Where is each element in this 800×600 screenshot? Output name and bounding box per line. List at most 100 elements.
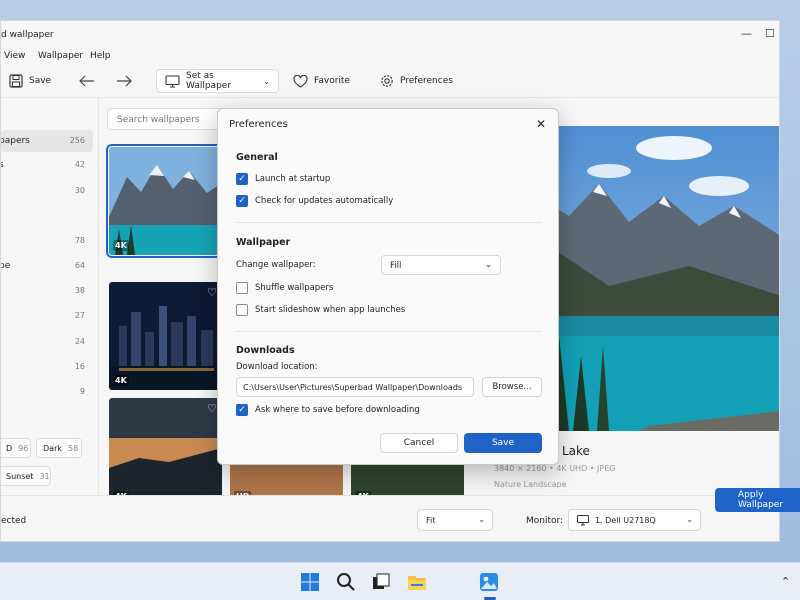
menu-view[interactable]: View	[4, 51, 25, 61]
back-button[interactable]	[71, 69, 103, 93]
preferences-button[interactable]: Preferences	[372, 69, 461, 93]
section-general: General	[236, 152, 278, 163]
windows-start-icon[interactable]	[300, 572, 320, 592]
preview-meta: 3840 × 2160 • 4K UHD • JPEG	[494, 464, 616, 473]
save-icon	[9, 74, 23, 88]
launch-at-startup-label: Launch at startup	[255, 174, 331, 184]
close-icon[interactable]: ✕	[536, 117, 546, 131]
tag-chip-label: Dark	[43, 443, 62, 453]
menu-bar: View Wallpaper Help	[1, 49, 779, 65]
heart-icon[interactable]: ♡	[207, 286, 217, 299]
change-wallpaper-select[interactable]: Fill ⌄	[381, 255, 501, 275]
thumb-image	[109, 147, 222, 255]
sidebar-item-count: 30	[74, 186, 85, 195]
minimize-icon[interactable]: —	[741, 27, 752, 40]
ask-save-checkbox[interactable]: ✓ Ask where to save before downloading	[236, 404, 420, 416]
section-wallpaper: Wallpaper	[236, 237, 291, 248]
file-explorer-icon[interactable]	[407, 572, 427, 592]
sidebar-item[interactable]: pe 64	[1, 255, 93, 277]
check-updates-label: Check for updates automatically	[255, 196, 394, 206]
thumb-image	[109, 398, 222, 506]
dialog-title: Preferences	[229, 119, 288, 130]
sidebar-item-label: papers	[0, 136, 30, 146]
check-updates-checkbox[interactable]: ✓ Check for updates automatically	[236, 195, 393, 207]
set-as-wallpaper-label: Set as Wallpaper	[186, 71, 232, 91]
wallpaper-thumb[interactable]: ♡ 4K	[109, 282, 222, 390]
cancel-button[interactable]: Cancel	[380, 433, 458, 453]
sidebar-item-count: 38	[74, 286, 85, 295]
sidebar-item[interactable]: 30	[1, 180, 93, 202]
shuffle-label: Shuffle wallpapers	[255, 283, 334, 293]
sidebar-item-count: 9	[79, 387, 85, 396]
tag-chip[interactable]: D 96	[1, 438, 31, 458]
sidebar-item[interactable]: 38	[1, 280, 93, 302]
tag-chip[interactable]: Dark 58	[36, 438, 82, 458]
download-location-input[interactable]: C:\Users\User\Pictures\Superbad Wallpape…	[236, 377, 474, 397]
divider	[236, 331, 542, 332]
window-title: d wallpaper	[1, 30, 54, 40]
tag-chip-count: 58	[67, 443, 79, 453]
save-button[interactable]: Save	[1, 69, 59, 93]
chevron-down-icon: ⌄	[686, 515, 693, 524]
monitor-icon	[165, 74, 180, 88]
sidebar-item[interactable]: s 42	[1, 154, 93, 176]
sidebar-item[interactable]: 27	[1, 305, 93, 327]
gear-icon	[380, 74, 394, 88]
fit-select[interactable]: Fit ⌄	[417, 509, 493, 531]
task-view-icon[interactable]	[371, 572, 391, 592]
save-label: Save	[29, 76, 52, 86]
preferences-label: Preferences	[400, 76, 453, 86]
checkmark-icon: ✓	[236, 404, 248, 416]
slideshow-label: Start slideshow when app launches	[255, 305, 406, 315]
toolbar: Save Set as Wallpaper ⌄ Favorite Prefere…	[1, 69, 779, 95]
menu-wallpaper[interactable]: Wallpaper	[38, 51, 83, 61]
sidebar-item-count: 78	[74, 236, 85, 245]
sidebar-item[interactable]: 16	[1, 356, 93, 378]
sidebar: papers 256 s 42 30 78 pe 64 38 27 24 16 9 D…	[1, 97, 99, 495]
sidebar-item[interactable]: 78	[1, 230, 93, 252]
search-icon[interactable]	[336, 572, 356, 592]
arrow-left-icon	[79, 75, 95, 87]
preview-title: Lake	[562, 444, 590, 458]
tag-chip[interactable]: Sunset 31	[1, 466, 51, 486]
divider	[236, 222, 542, 223]
ask-save-label: Ask where to save before downloading	[255, 405, 420, 415]
change-wallpaper-value: Fill	[390, 261, 402, 271]
chevron-down-icon: ⌄	[478, 515, 485, 524]
wallpaper-thumb[interactable]: 4K	[106, 144, 225, 258]
fit-select-value: Fit	[426, 515, 436, 525]
favorite-button[interactable]: Favorite	[285, 69, 358, 93]
sidebar-item[interactable]: papers 256	[1, 130, 93, 152]
forward-button[interactable]	[108, 69, 140, 93]
tag-chip-count: 31	[39, 471, 50, 481]
change-wallpaper-label: Change wallpaper:	[236, 260, 316, 270]
thumb-image	[109, 282, 222, 390]
launch-at-startup-checkbox[interactable]: ✓ Launch at startup	[236, 173, 330, 185]
sidebar-item[interactable]: 24	[1, 331, 93, 353]
taskbar: ⌃	[0, 562, 800, 600]
menu-help[interactable]: Help	[90, 51, 111, 61]
sidebar-item-count: 24	[74, 337, 85, 346]
section-downloads: Downloads	[236, 345, 295, 356]
preview-tags: Nature Landscape	[494, 480, 567, 489]
set-as-wallpaper-button[interactable]: Set as Wallpaper ⌄	[156, 69, 279, 93]
apply-wallpaper-button[interactable]: Apply Wallpaper	[715, 488, 800, 512]
shuffle-checkbox[interactable]: Shuffle wallpapers	[236, 282, 333, 294]
sidebar-item[interactable]: 9	[1, 381, 93, 403]
wallpaper-thumb[interactable]: ♡ 4K	[109, 398, 222, 506]
checkbox-box	[236, 304, 248, 316]
preferences-dialog: Preferences ✕ General ✓ Launch at startu…	[217, 108, 559, 465]
chevron-up-icon[interactable]: ⌃	[781, 575, 790, 588]
favorite-label: Favorite	[314, 76, 350, 86]
monitor-select[interactable]: 1. Dell U2718Q ⌄	[568, 509, 701, 531]
sidebar-item-count: 64	[74, 261, 85, 270]
save-button[interactable]: Save	[464, 433, 542, 453]
wallpaper-app-icon[interactable]	[479, 572, 499, 592]
tag-chip-label: D	[6, 443, 13, 453]
slideshow-checkbox[interactable]: Start slideshow when app launches	[236, 304, 405, 316]
tag-chip-label: Sunset	[6, 471, 34, 481]
sidebar-item-count: 42	[74, 160, 85, 169]
heart-icon[interactable]: ♡	[207, 402, 217, 415]
browse-button[interactable]: Browse...	[482, 377, 542, 397]
maximize-icon[interactable]: ☐	[765, 27, 775, 40]
